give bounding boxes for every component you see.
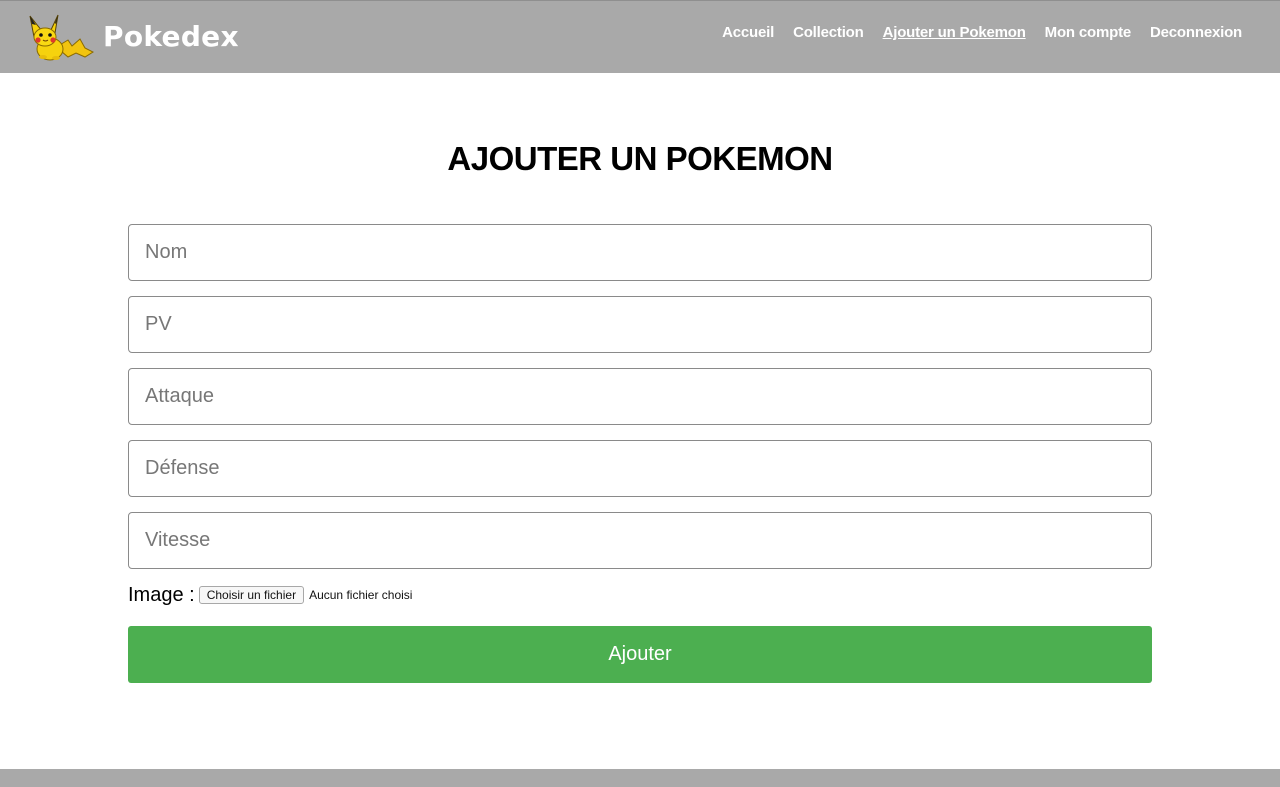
pikachu-logo-icon (29, 14, 94, 61)
brand-name: Pokedex (103, 20, 239, 53)
choose-file-button[interactable]: Choisir un fichier (198, 586, 305, 604)
nom-input[interactable] (128, 224, 1152, 281)
nav-link-mon-compte[interactable]: Mon compte (1045, 24, 1132, 41)
vitesse-input[interactable] (128, 512, 1152, 569)
nav-link-collection[interactable]: Collection (793, 24, 864, 41)
ajouter-submit-button[interactable]: Ajouter (128, 626, 1152, 683)
footer-bar (0, 769, 1280, 787)
file-status-text: Aucun fichier choisi (309, 588, 413, 602)
nav-link-accueil[interactable]: Accueil (722, 24, 774, 41)
page-title: AJOUTER UN POKEMON (447, 140, 833, 177)
brand-link[interactable]: Pokedex (28, 13, 239, 61)
nav-link-deconnexion[interactable]: Deconnexion (1150, 24, 1242, 41)
image-label: Image : (128, 583, 195, 606)
defense-input[interactable] (128, 440, 1152, 497)
add-pokemon-form: Image : Choisir un fichier Aucun fichier… (128, 224, 1152, 683)
attaque-input[interactable] (128, 368, 1152, 425)
main-nav: Accueil Collection Ajouter un Pokemon Mo… (703, 24, 1242, 41)
image-upload-row: Image : Choisir un fichier Aucun fichier… (128, 581, 1152, 609)
pv-input[interactable] (128, 296, 1152, 353)
nav-link-ajouter-pokemon[interactable]: Ajouter un Pokemon (883, 24, 1026, 41)
top-navbar: Pokedex Accueil Collection Ajouter un Po… (0, 0, 1280, 73)
